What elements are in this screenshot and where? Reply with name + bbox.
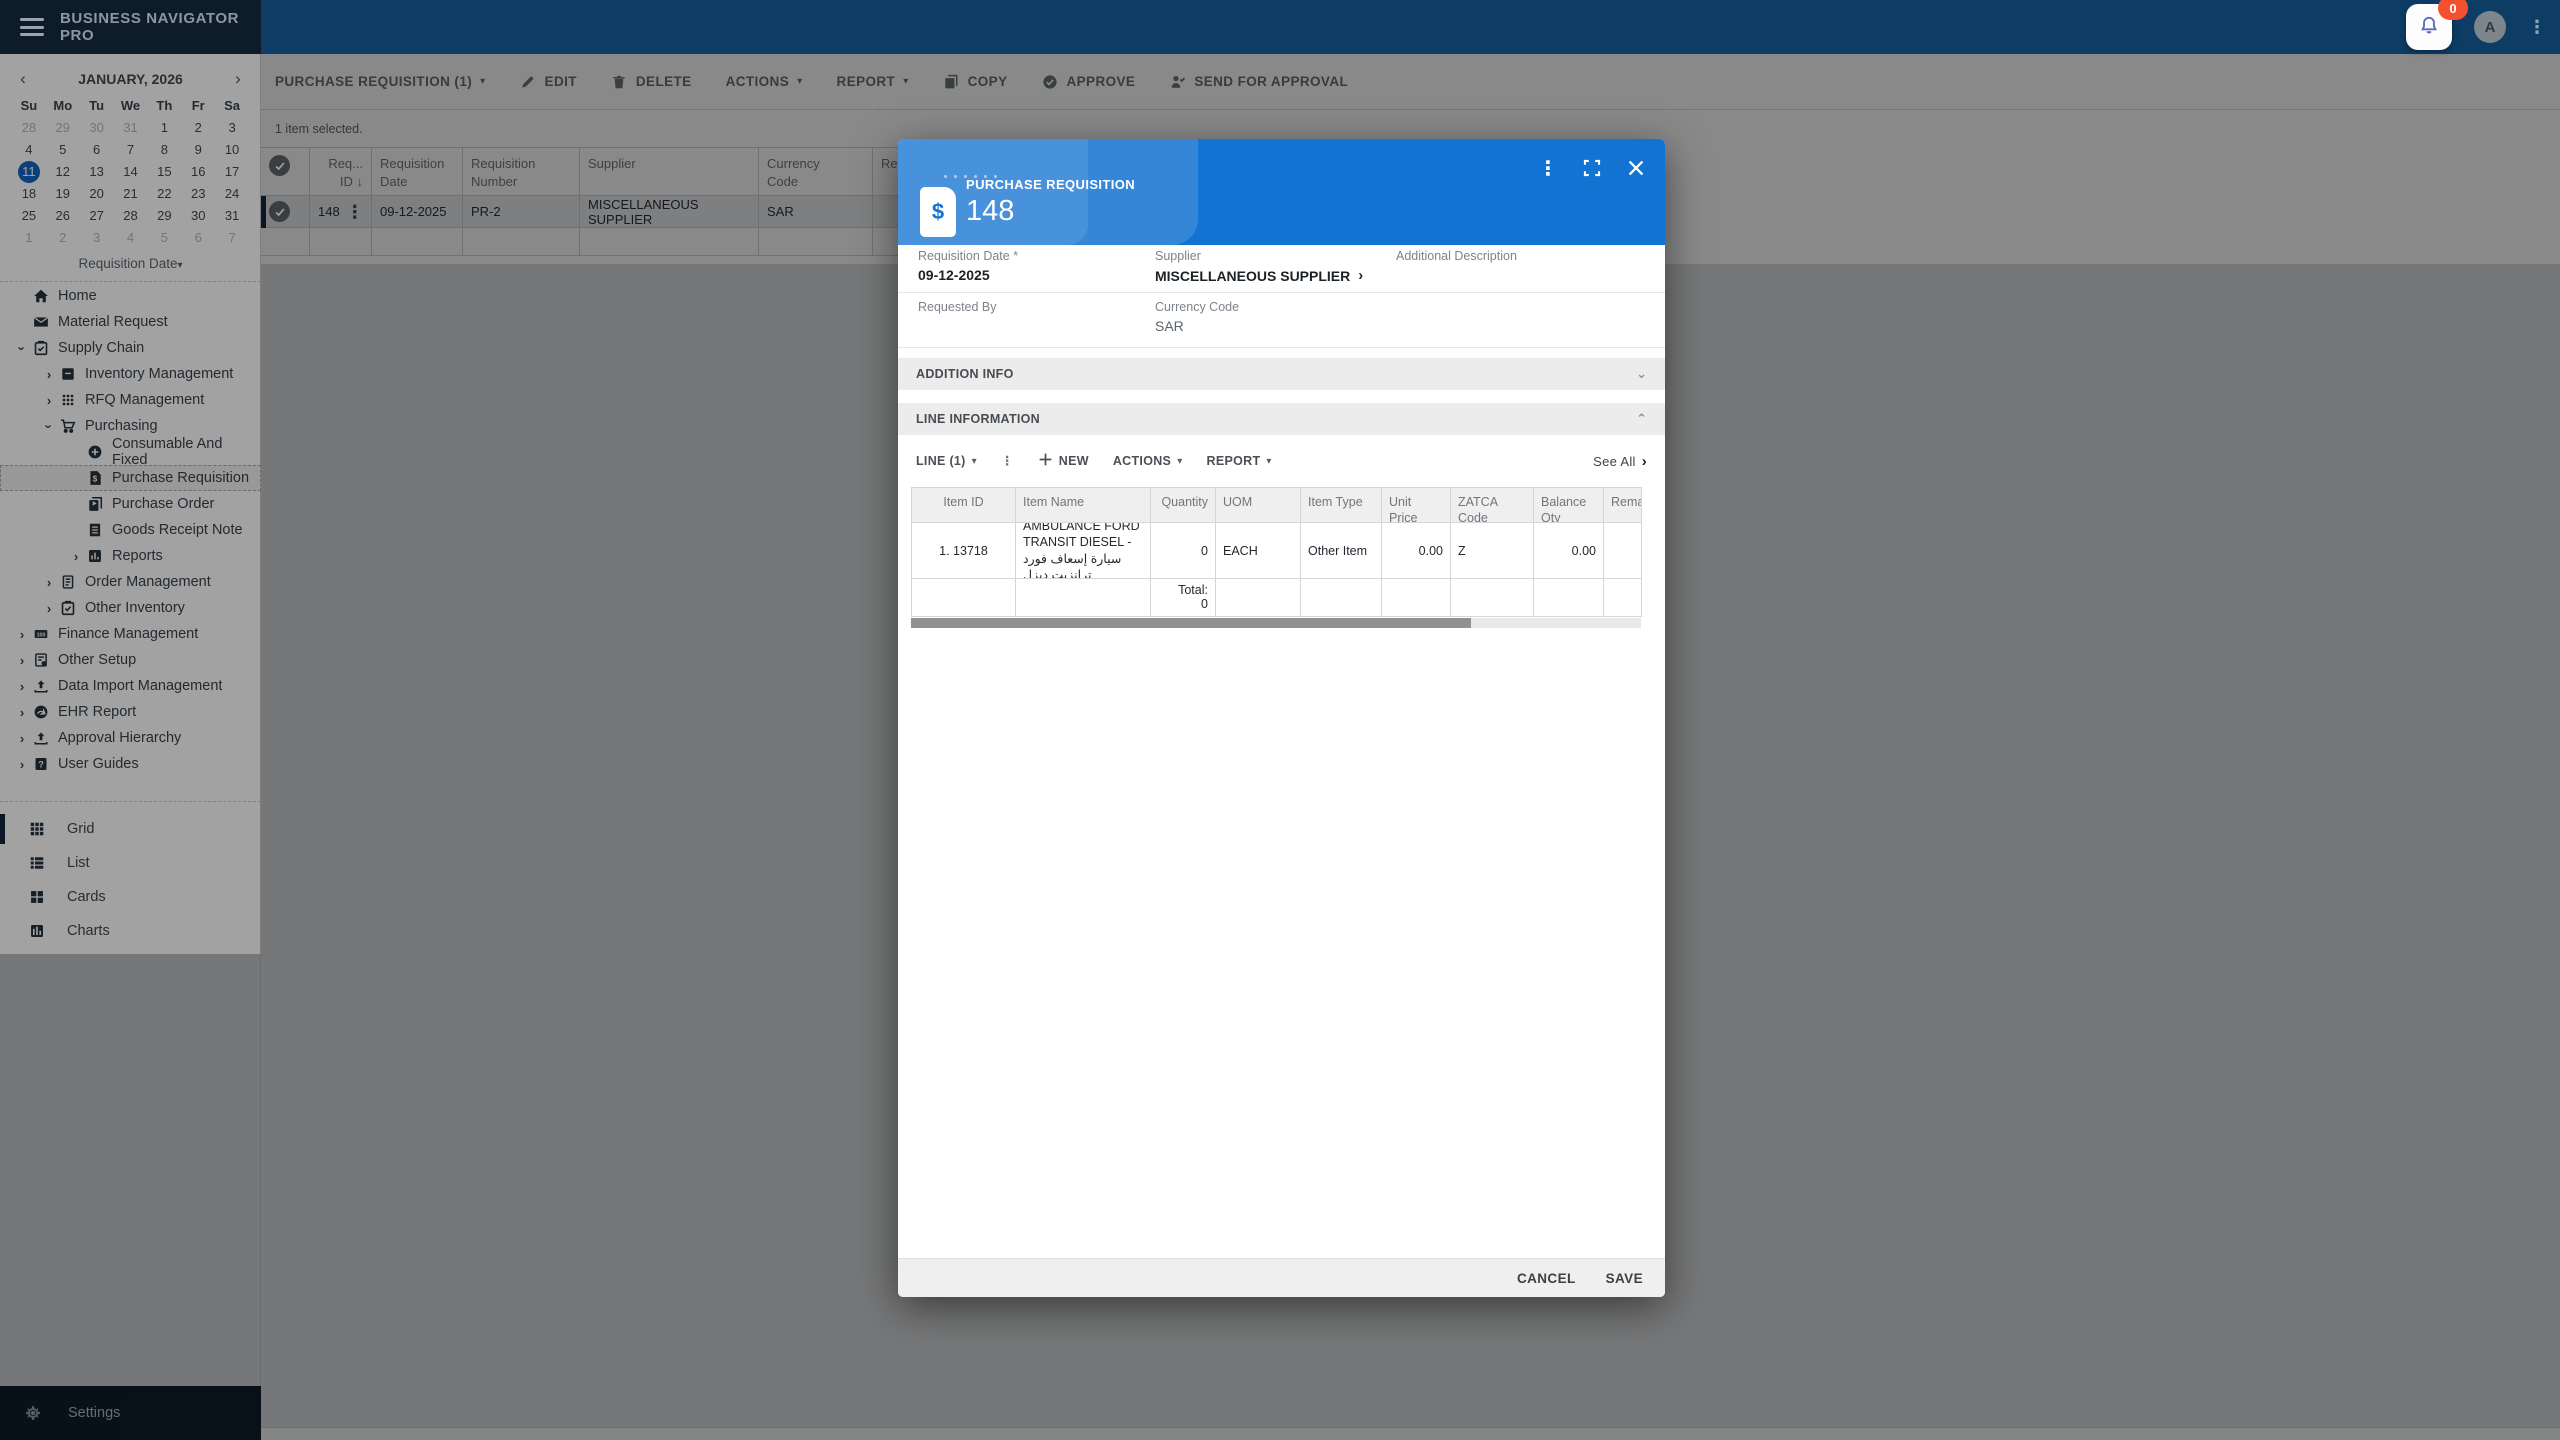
line-table-cell: AMBULANCE FORD TRANSIT DIESEL - سيارة إس… [1016, 523, 1151, 579]
line-table-cell [1604, 579, 1642, 617]
chevron-right-icon: › [1642, 453, 1647, 470]
new-line-button[interactable]: NEW [1038, 452, 1089, 470]
line-table-scrollbar[interactable] [911, 618, 1641, 628]
line-table-header-row: Item IDItem NameQuantityUOMItem TypeUnit… [912, 488, 1642, 523]
kebab-icon[interactable]: ⋮ [1001, 455, 1014, 468]
cancel-button[interactable]: CANCEL [1517, 1271, 1576, 1286]
line-table-cell: Other Item [1301, 523, 1382, 579]
modal-title: PURCHASE REQUISITION [966, 177, 1135, 192]
line-column-header[interactable]: Remarks [1604, 488, 1642, 523]
line-table-cell [912, 579, 1016, 617]
line-actions-dropdown[interactable]: ACTIONS▾ [1113, 454, 1183, 468]
line-column-header[interactable]: ZATCA Code [1451, 488, 1534, 523]
line-column-header[interactable]: Item Name [1016, 488, 1151, 523]
line-table-cell: Z [1451, 523, 1534, 579]
additional-description-label: Additional Description [1396, 249, 1517, 263]
line-table-cell [1301, 579, 1382, 617]
line-information-section-header[interactable]: LINE INFORMATION ⌃ [898, 403, 1665, 435]
currency-code-label: Currency Code [1155, 300, 1239, 314]
divider [898, 292, 1665, 293]
bell-icon [2419, 15, 2439, 40]
notifications-button[interactable]: 0 [2406, 4, 2452, 50]
line-table-cell [1216, 579, 1301, 617]
line-count-dropdown[interactable]: LINE (1)▾ [916, 454, 977, 468]
line-column-header[interactable]: Unit Price [1382, 488, 1451, 523]
line-toolbar: LINE (1)▾ ⋮ NEW ACTIONS▾ REPORT▾ See All… [898, 442, 1665, 480]
plus-icon [1038, 452, 1053, 470]
line-column-header[interactable]: Quantity [1151, 488, 1216, 523]
line-table-cell [1016, 579, 1151, 617]
scrollbar-thumb[interactable] [911, 618, 1471, 628]
top-header-bar: BUSINESS NAVIGATOR PRO 0 A ⋮ [0, 0, 2560, 54]
chevron-right-icon[interactable]: › [1358, 267, 1363, 284]
line-table-cell [1604, 523, 1642, 579]
close-icon[interactable] [1625, 157, 1647, 179]
modal-header: $ PURCHASE REQUISITION 148 ⋮ [898, 139, 1665, 245]
top-header-left: BUSINESS NAVIGATOR PRO [0, 0, 261, 54]
app-title: BUSINESS NAVIGATOR PRO [60, 10, 261, 44]
line-table-cell: 0 [1151, 523, 1216, 579]
purchase-requisition-modal: $ PURCHASE REQUISITION 148 ⋮ Requisition… [898, 139, 1665, 1297]
line-column-header[interactable]: UOM [1216, 488, 1301, 523]
document-dollar-icon: $ [920, 187, 956, 237]
kebab-icon[interactable]: ⋮ [1537, 157, 1559, 179]
line-column-header[interactable]: Item ID [912, 488, 1016, 523]
line-column-header[interactable]: Balance Qty [1534, 488, 1604, 523]
modal-record-id: 148 [966, 195, 1014, 228]
total-label: Total: [1158, 583, 1208, 597]
supplier-label: Supplier [1155, 249, 1363, 263]
line-table-cell: Total:0 [1151, 579, 1216, 617]
chevron-up-icon: ⌃ [1636, 411, 1647, 427]
line-items-table: Item IDItem NameQuantityUOMItem TypeUnit… [911, 487, 1642, 617]
line-table-cell [1451, 579, 1534, 617]
avatar[interactable]: A [2474, 11, 2506, 43]
currency-code-value: SAR [1155, 318, 1239, 334]
modal-footer: CANCEL SAVE [898, 1258, 1665, 1297]
line-column-header[interactable]: Item Type [1301, 488, 1382, 523]
divider [898, 347, 1665, 348]
see-all-link[interactable]: See All› [1593, 453, 1647, 470]
fullscreen-icon[interactable] [1581, 157, 1603, 179]
requisition-date-value[interactable]: 09-12-2025 [918, 267, 1018, 283]
line-table-cell: EACH [1216, 523, 1301, 579]
addition-info-section-header[interactable]: ADDITION INFO ⌄ [898, 358, 1665, 390]
line-table-cell: 0.00 [1382, 523, 1451, 579]
supplier-value[interactable]: MISCELLANEOUS SUPPLIER › [1155, 267, 1363, 284]
line-table-cell: 0.00 [1534, 523, 1604, 579]
line-table-row[interactable]: 1. 13718AMBULANCE FORD TRANSIT DIESEL - … [912, 523, 1642, 579]
line-table-cell [1534, 579, 1604, 617]
requisition-date-label: Requisition Date * [918, 249, 1018, 263]
hamburger-icon[interactable] [20, 18, 44, 36]
kebab-icon[interactable]: ⋮ [2528, 18, 2546, 36]
notification-badge: 0 [2438, 0, 2468, 20]
chevron-down-icon: ⌄ [1636, 366, 1647, 382]
line-table-cell: 1. 13718 [912, 523, 1016, 579]
top-header-right: 0 A ⋮ [2406, 0, 2546, 54]
total-value: 0 [1158, 597, 1208, 611]
requested-by-label: Requested By [918, 300, 997, 314]
line-table-cell [1382, 579, 1451, 617]
line-report-dropdown[interactable]: REPORT▾ [1207, 454, 1272, 468]
save-button[interactable]: SAVE [1606, 1271, 1643, 1286]
line-table-total-row: Total:0 [912, 579, 1642, 617]
